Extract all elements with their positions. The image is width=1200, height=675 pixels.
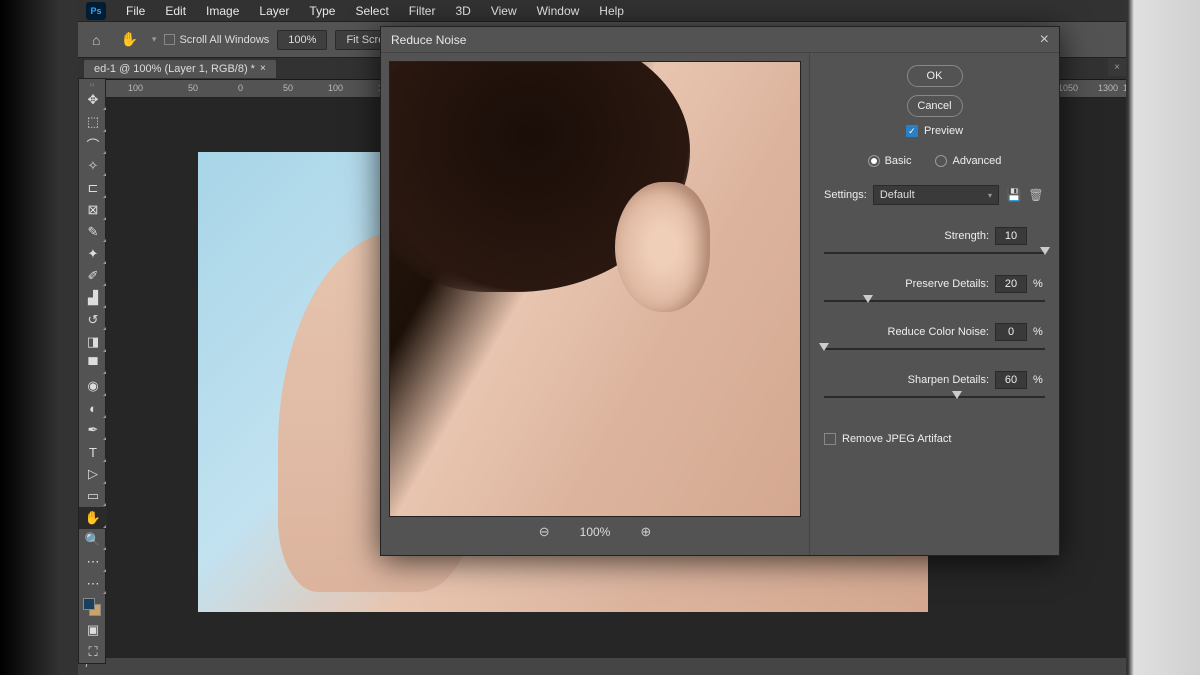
menu-layer[interactable]: Layer xyxy=(249,2,299,20)
menu-help[interactable]: Help xyxy=(589,2,634,20)
preview-label: Preview xyxy=(924,125,963,137)
preserve-slider[interactable] xyxy=(824,295,1045,309)
remove-jpeg-label: Remove JPEG Artifact xyxy=(842,433,951,445)
reduce-noise-dialog: Reduce Noise × ⊖ 100% ⊕ OK Cancel ✓ Prev… xyxy=(380,26,1060,556)
home-icon[interactable]: ⌂ xyxy=(86,32,106,48)
menu-select[interactable]: Select xyxy=(345,2,398,20)
menu-view[interactable]: View xyxy=(481,2,527,20)
zoom-in-icon[interactable]: ⊕ xyxy=(640,524,651,540)
ok-button[interactable]: OK xyxy=(907,65,963,87)
ruler-mark: 100 xyxy=(128,83,143,93)
sharpen-field[interactable]: 60 xyxy=(995,371,1027,389)
color-field[interactable]: 0 xyxy=(995,323,1027,341)
ruler-mark: 50 xyxy=(283,83,293,93)
hand-tool-icon[interactable]: ✋ xyxy=(114,31,143,48)
frame-tool[interactable]: ⊠ xyxy=(79,199,107,221)
type-tool[interactable]: T xyxy=(79,441,107,463)
basic-mode-radio[interactable]: Basic xyxy=(868,155,912,167)
toolbar-grip[interactable]: ›› xyxy=(79,79,105,89)
rectangle-tool[interactable]: ▭ xyxy=(79,485,107,507)
ruler-mark: 1300 xyxy=(1098,83,1118,93)
ruler-mark: 11 xyxy=(1123,83,1126,93)
color-unit: % xyxy=(1033,326,1045,338)
menu-edit[interactable]: Edit xyxy=(155,2,196,20)
more-tools[interactable]: ⋯ xyxy=(79,551,107,573)
remove-jpeg-checkbox[interactable] xyxy=(824,433,836,445)
marquee-tool[interactable]: ⬚ xyxy=(79,111,107,133)
close-icon[interactable]: × xyxy=(1040,31,1049,49)
path-selection-tool[interactable]: ▷ xyxy=(79,463,107,485)
foreground-color-swatch[interactable] xyxy=(83,598,95,610)
magic-wand-tool[interactable]: ✧ xyxy=(79,155,107,177)
gradient-tool[interactable]: ▀ xyxy=(79,353,107,375)
menu-image[interactable]: Image xyxy=(196,2,249,20)
strength-field[interactable]: 10 xyxy=(995,227,1027,245)
menu-window[interactable]: Window xyxy=(527,2,590,20)
sharpen-label: Sharpen Details: xyxy=(908,374,989,386)
screen-mode-tool[interactable]: ⛶ xyxy=(79,641,107,663)
preserve-unit: % xyxy=(1033,278,1045,290)
advanced-mode-radio[interactable]: Advanced xyxy=(935,155,1001,167)
quick-mask-tool[interactable]: ▣ xyxy=(79,619,107,641)
color-slider[interactable] xyxy=(824,343,1045,357)
zoom-out-icon[interactable]: ⊖ xyxy=(539,524,550,540)
edit-toolbar[interactable]: ⋯ xyxy=(79,573,107,595)
brush-tool[interactable]: ✐ xyxy=(79,265,107,287)
tool-preset-dropdown-icon[interactable]: ▾ xyxy=(152,34,157,45)
menu-file[interactable]: File xyxy=(116,2,155,20)
menu-filter[interactable]: Filter xyxy=(399,2,446,20)
zoom-tool[interactable]: 🔍 xyxy=(79,529,107,551)
color-swatches[interactable] xyxy=(83,598,101,616)
filter-preview[interactable] xyxy=(389,61,801,517)
menu-3d[interactable]: 3D xyxy=(445,2,480,20)
healing-brush-tool[interactable]: ✦ xyxy=(79,243,107,265)
scroll-all-windows-checkbox[interactable]: Scroll All Windows xyxy=(164,34,269,46)
strength-slider[interactable] xyxy=(824,247,1045,261)
document-tab[interactable]: ed-1 @ 100% (Layer 1, RGB/8) * × xyxy=(84,60,276,78)
ruler-mark: 1050 xyxy=(1058,83,1078,93)
color-label: Reduce Color Noise: xyxy=(888,326,990,338)
save-preset-icon[interactable]: 💾 xyxy=(1005,186,1023,204)
move-tool[interactable]: ✥ xyxy=(79,89,107,111)
sharpen-slider[interactable] xyxy=(824,391,1045,405)
preview-checkbox[interactable]: ✓ xyxy=(906,125,918,137)
delete-preset-icon[interactable]: 🗑 xyxy=(1027,186,1045,204)
dialog-title-bar[interactable]: Reduce Noise × xyxy=(381,27,1059,53)
ruler-mark: 50 xyxy=(188,83,198,93)
blur-tool[interactable]: ◉ xyxy=(79,375,107,397)
clone-stamp-tool[interactable]: ▟ xyxy=(79,287,107,309)
zoom-level: 100% xyxy=(580,525,611,539)
lasso-tool[interactable]: ⌒ xyxy=(79,133,107,155)
ruler-mark: 100 xyxy=(328,83,343,93)
status-bar: 7 xyxy=(78,658,1126,675)
strength-label: Strength: xyxy=(944,230,989,242)
hand-tool[interactable]: ✋ xyxy=(79,507,107,529)
history-brush-tool[interactable]: ↺ xyxy=(79,309,107,331)
sharpen-unit: % xyxy=(1033,374,1045,386)
menu-type[interactable]: Type xyxy=(299,2,345,20)
collapse-panels-icon[interactable]: × xyxy=(1108,58,1126,76)
settings-label: Settings: xyxy=(824,189,867,201)
preserve-field[interactable]: 20 xyxy=(995,275,1027,293)
cancel-button[interactable]: Cancel xyxy=(907,95,963,117)
dodge-tool[interactable]: ◐ xyxy=(79,397,107,419)
zoom-field[interactable]: 100% xyxy=(277,30,327,50)
pen-tool[interactable]: ✒ xyxy=(79,419,107,441)
crop-tool[interactable]: ⊏ xyxy=(79,177,107,199)
photoshop-logo-icon[interactable]: Ps xyxy=(86,2,106,20)
preserve-label: Preserve Details: xyxy=(905,278,989,290)
eraser-tool[interactable]: ◨ xyxy=(79,331,107,353)
settings-preset-select[interactable]: Default▾ xyxy=(873,185,999,205)
close-tab-icon[interactable]: × xyxy=(260,63,266,74)
tools-panel: ›› ✥⬚⌒✧⊏⊠✎✦✐▟↺◨▀◉◐✒T▷▭✋🔍⋯⋯ ▣ ⛶ xyxy=(78,78,106,664)
menu-bar: Ps FileEditImageLayerTypeSelectFilter3DV… xyxy=(78,0,1126,22)
ruler-mark: 0 xyxy=(238,83,243,93)
eyedropper-tool[interactable]: ✎ xyxy=(79,221,107,243)
